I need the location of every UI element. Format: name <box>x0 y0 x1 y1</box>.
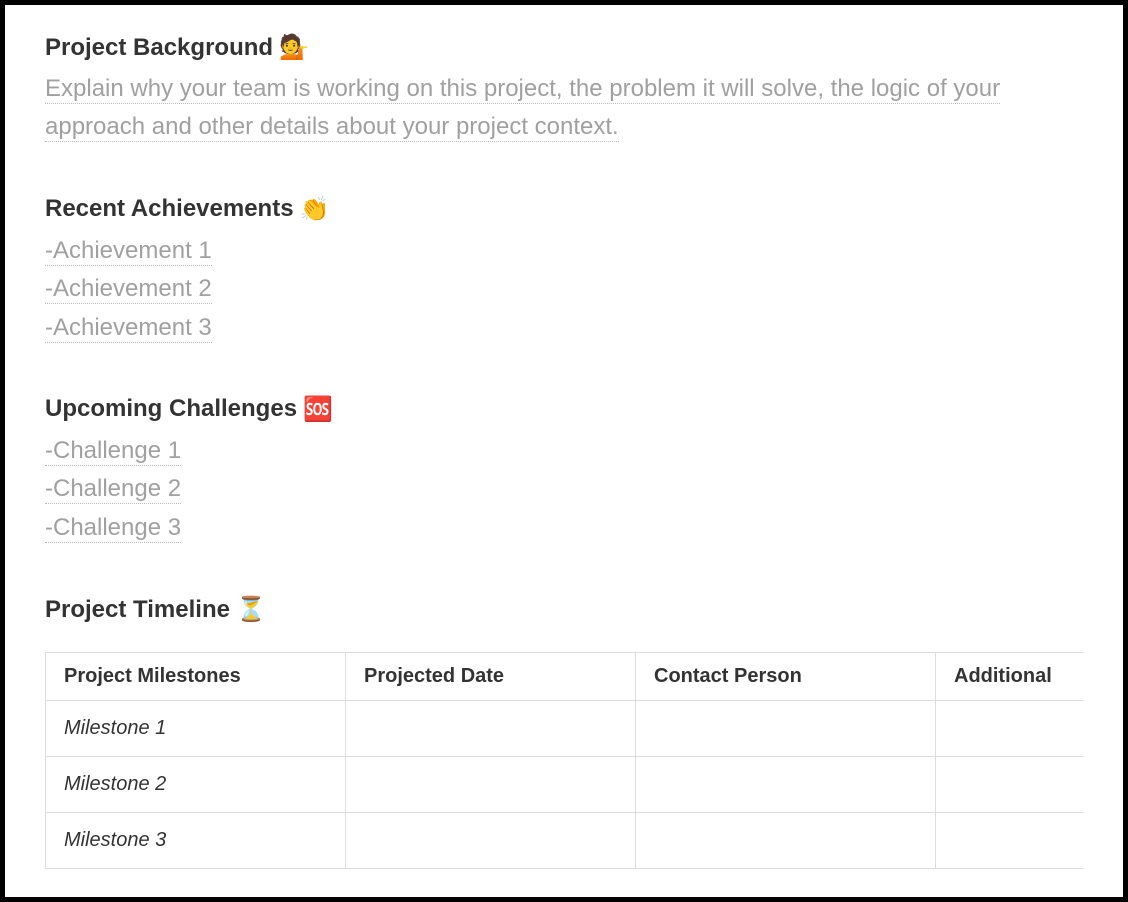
challenges-list[interactable]: -Challenge 1 -Challenge 2 -Challenge 3 <box>45 432 1083 547</box>
col-milestones: Project Milestones <box>46 653 346 701</box>
cell-additional[interactable] <box>936 701 1084 757</box>
cell-date[interactable] <box>346 701 636 757</box>
heading-text: Upcoming Challenges <box>45 395 297 423</box>
timeline-table-wrap: Project Milestones Projected Date Contac… <box>45 624 1083 869</box>
cell-milestone[interactable]: Milestone 2 <box>46 757 346 813</box>
info-desk-person-icon: 💁 <box>279 33 309 62</box>
cell-milestone[interactable]: Milestone 1 <box>46 701 346 757</box>
col-projected-date: Projected Date <box>346 653 636 701</box>
background-placeholder[interactable]: Explain why your team is working on this… <box>45 70 1083 147</box>
list-item[interactable]: -Challenge 1 <box>45 432 1083 470</box>
col-additional: Additional <box>936 653 1084 701</box>
heading-text: Project Timeline <box>45 596 230 624</box>
cell-contact[interactable] <box>636 757 936 813</box>
cell-additional[interactable] <box>936 813 1084 869</box>
list-item[interactable]: -Challenge 3 <box>45 509 1083 547</box>
table-row: Milestone 3 <box>46 813 1084 869</box>
placeholder-text: Explain why your team is working on this… <box>45 75 1000 142</box>
heading-text: Project Background <box>45 34 273 62</box>
section-heading-background: Project Background 💁 <box>45 33 1083 62</box>
list-item[interactable]: -Challenge 2 <box>45 470 1083 508</box>
section-heading-timeline: Project Timeline ⏳ <box>45 595 1083 624</box>
table-header-row: Project Milestones Projected Date Contac… <box>46 653 1084 701</box>
section-heading-achievements: Recent Achievements 👏 <box>45 195 1083 224</box>
list-item[interactable]: -Achievement 3 <box>45 309 1083 347</box>
list-item[interactable]: -Achievement 1 <box>45 232 1083 270</box>
cell-contact[interactable] <box>636 701 936 757</box>
heading-text: Recent Achievements <box>45 195 294 223</box>
hourglass-icon: ⏳ <box>236 595 266 624</box>
col-contact-person: Contact Person <box>636 653 936 701</box>
table-row: Milestone 1 <box>46 701 1084 757</box>
cell-additional[interactable] <box>936 757 1084 813</box>
document-frame: Project Background 💁 Explain why your te… <box>0 0 1128 902</box>
sos-icon: 🆘 <box>303 395 333 424</box>
table-row: Milestone 2 <box>46 757 1084 813</box>
cell-date[interactable] <box>346 813 636 869</box>
section-heading-challenges: Upcoming Challenges 🆘 <box>45 395 1083 424</box>
list-item[interactable]: -Achievement 2 <box>45 270 1083 308</box>
timeline-table: Project Milestones Projected Date Contac… <box>45 652 1083 869</box>
cell-milestone[interactable]: Milestone 3 <box>46 813 346 869</box>
achievements-list[interactable]: -Achievement 1 -Achievement 2 -Achieveme… <box>45 232 1083 347</box>
cell-date[interactable] <box>346 757 636 813</box>
clapping-hands-icon: 👏 <box>300 195 330 224</box>
cell-contact[interactable] <box>636 813 936 869</box>
